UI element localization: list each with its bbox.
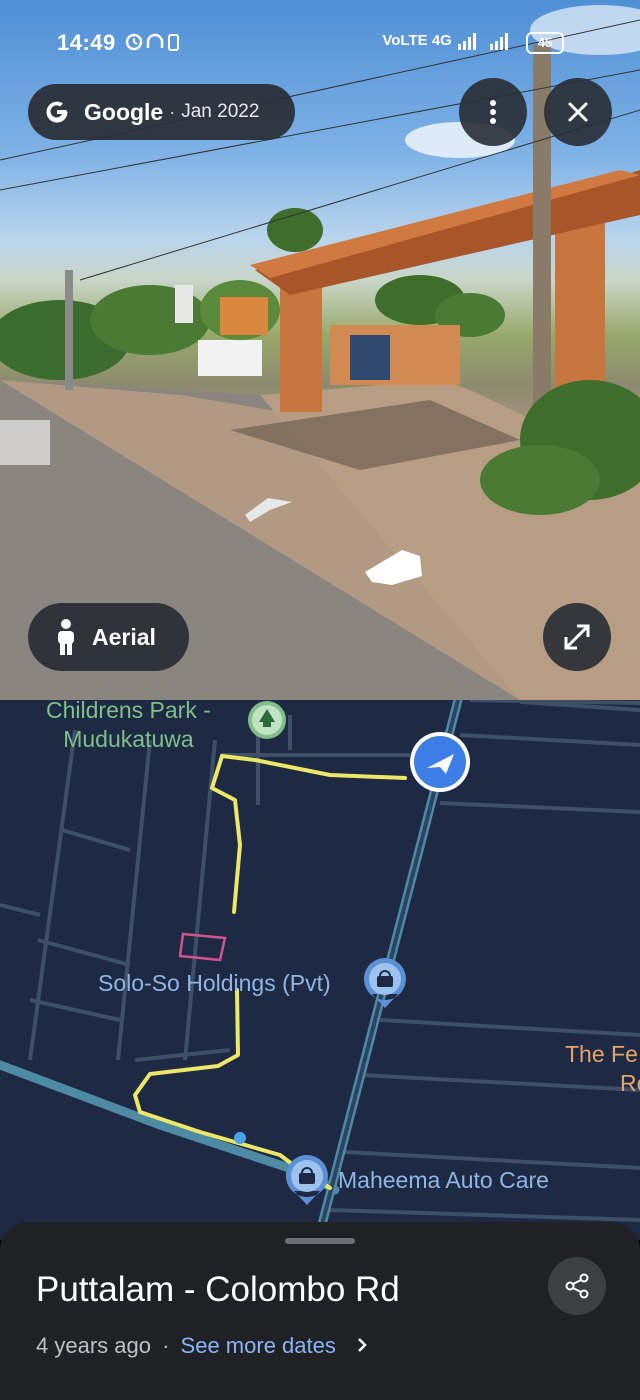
chevron-right-icon[interactable] <box>356 1333 368 1358</box>
separator-dot: · <box>169 101 176 122</box>
map-panel[interactable]: Childrens Park - Mudukatuwa Solo-So Hold… <box>0 700 640 1240</box>
battery-indicator: 45 <box>526 32 564 54</box>
street-view-panel[interactable]: 14:49 VoLTE 4G 45 Google · Jan 2022 Aeri… <box>0 0 640 700</box>
bottom-sheet[interactable]: Puttalam - Colombo Rd 4 years ago · See … <box>0 1222 640 1400</box>
solo-so-marker[interactable] <box>363 958 406 1008</box>
expand-button[interactable] <box>543 603 611 671</box>
network-label: VoLTE 4G <box>382 32 452 49</box>
separator-dot: · <box>162 1333 170 1358</box>
location-marker[interactable] <box>410 732 470 792</box>
map-label-childrens-park[interactable]: Childrens Park - Mudukatuwa <box>46 700 211 754</box>
imagery-age: 4 years ago <box>36 1333 151 1358</box>
imagery-date-pill[interactable]: Google · Jan 2022 <box>28 84 295 140</box>
building-outline <box>178 932 227 962</box>
partial-label-line1: The Fe <box>565 1041 638 1067</box>
street-view-dot <box>234 1132 246 1144</box>
map-label-partial[interactable]: The Fe Re <box>565 1040 640 1098</box>
more-vert-icon <box>490 100 496 124</box>
signal-icons: VoLTE 4G <box>382 32 516 51</box>
status-time: 14:49 <box>57 30 116 55</box>
imagery-date: Jan 2022 <box>181 101 260 122</box>
status-icons <box>125 32 181 57</box>
park-marker[interactable] <box>248 701 286 739</box>
expand-icon <box>564 624 590 650</box>
share-icon <box>565 1273 589 1299</box>
aerial-label: Aerial <box>92 623 156 650</box>
close-icon <box>568 102 588 122</box>
signal-bars-icon <box>458 33 508 51</box>
google-icon <box>46 101 68 123</box>
partial-label-line2: Re <box>620 1070 640 1096</box>
pegman-icon <box>58 619 74 655</box>
map-label-solo-so[interactable]: Solo-So Holdings (Pvt) <box>98 970 331 997</box>
map-label-maheema[interactable]: Maheema Auto Care <box>338 1167 549 1194</box>
see-more-dates-link[interactable]: See more dates <box>181 1333 336 1358</box>
drag-handle[interactable] <box>285 1238 355 1244</box>
maheema-marker[interactable] <box>285 1155 328 1205</box>
imagery-age-row: 4 years ago · See more dates <box>36 1333 368 1359</box>
status-bar: 14:49 VoLTE 4G 45 <box>0 22 640 62</box>
park-label-line1: Childrens Park - <box>46 700 211 723</box>
aerial-view-button[interactable]: Aerial <box>28 603 189 671</box>
more-options-button[interactable] <box>459 78 527 146</box>
park-label-line2: Mudukatuwa <box>63 726 194 752</box>
share-button[interactable] <box>548 1257 606 1315</box>
place-title: Puttalam - Colombo Rd <box>36 1270 400 1309</box>
alarm-headphone-icon <box>125 33 179 51</box>
provider-label: Google <box>84 98 164 125</box>
close-button[interactable] <box>544 78 612 146</box>
